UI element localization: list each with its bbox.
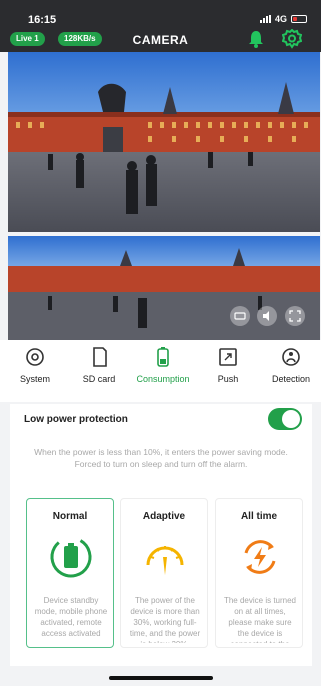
low-power-title: Low power protection <box>24 414 128 425</box>
consumption-panel: Low power protection When the power is l… <box>10 404 312 666</box>
fullscreen-button[interactable] <box>285 306 305 326</box>
tab-sd-card[interactable]: SD card <box>67 346 131 385</box>
settings-tab-bar: System SD card Consumption Push Detectio… <box>0 340 321 402</box>
toggle-knob <box>282 410 300 428</box>
mode-description: The device is turned on at all times, pl… <box>223 596 297 643</box>
page-title: CAMERA <box>132 33 189 47</box>
speaker-icon <box>263 311 269 321</box>
main-video-feed[interactable] <box>8 52 320 232</box>
home-indicator[interactable] <box>109 676 213 680</box>
tab-consumption[interactable]: Consumption <box>131 346 195 385</box>
gear-icon[interactable] <box>282 29 302 49</box>
low-power-description: When the power is less than 10%, it ente… <box>34 447 288 469</box>
mode-description: Device standby mode, mobile phone activa… <box>34 596 108 638</box>
tab-label: Consumption <box>136 374 190 384</box>
mode-card-all-time[interactable]: All time The device is turned on at all … <box>215 498 303 648</box>
sd-card-icon <box>93 347 107 367</box>
mode-title: Adaptive <box>142 511 186 522</box>
tab-push[interactable]: Push <box>196 346 260 385</box>
resolution-button[interactable] <box>230 306 250 326</box>
signal-icon <box>259 15 271 23</box>
camera-settings-screen: 16:15 4G Live 1 128KB/s CAMERA System SD… <box>0 0 321 686</box>
hd-icon <box>234 312 246 320</box>
battery-mode-icon <box>50 536 92 578</box>
app-header: 16:15 4G Live 1 128KB/s CAMERA <box>0 0 321 52</box>
detection-icon <box>282 348 300 366</box>
status-time: 16:15 <box>28 14 57 26</box>
network-label: 4G <box>274 14 287 24</box>
mode-card-normal[interactable]: Normal Device standby mode, mobile phone… <box>26 498 114 648</box>
tab-label: Detection <box>271 374 311 384</box>
plaza-scene-image <box>8 52 320 232</box>
tab-detection[interactable]: Detection <box>259 346 321 385</box>
settings-icon <box>26 348 44 366</box>
battery-icon <box>157 347 169 367</box>
mode-card-adaptive[interactable]: Adaptive The power of the device is more… <box>120 498 208 648</box>
push-icon <box>219 348 237 366</box>
mute-button[interactable] <box>257 306 277 326</box>
tab-system[interactable]: System <box>3 346 67 385</box>
charging-cycle-icon <box>244 540 276 574</box>
mode-title: All time <box>240 511 278 522</box>
plaza-wide-scene-image <box>8 236 320 340</box>
tab-label: Push <box>217 374 239 384</box>
bell-icon[interactable] <box>246 29 266 49</box>
mode-description: The power of the device is more than 30%… <box>129 596 201 643</box>
tab-label: System <box>19 374 50 384</box>
status-indicators: 4G <box>259 14 307 24</box>
tab-label: SD card <box>82 374 116 384</box>
gauge-icon <box>146 546 184 575</box>
secondary-video-feed[interactable] <box>8 236 320 340</box>
fullscreen-icon <box>289 310 301 322</box>
low-power-toggle[interactable] <box>268 408 302 430</box>
mode-title: Normal <box>52 511 88 522</box>
battery-low-icon <box>291 15 307 23</box>
